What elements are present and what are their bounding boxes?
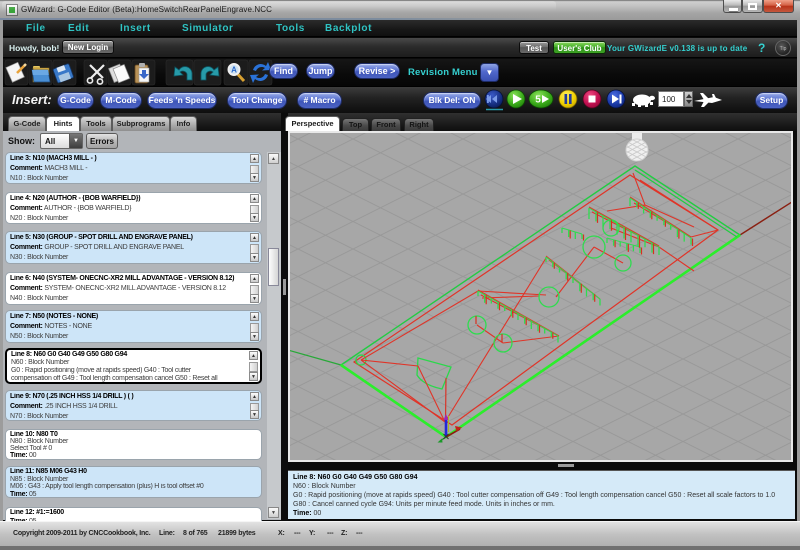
svg-text:A: A — [231, 66, 237, 75]
svg-text:5: 5 — [535, 95, 541, 106]
